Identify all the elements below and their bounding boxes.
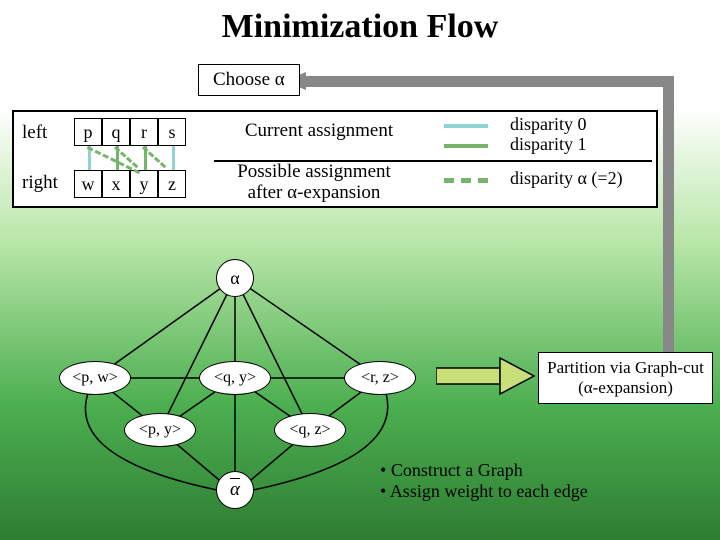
node-alpha-bar: α <box>216 471 254 509</box>
node-pw: <p, w> <box>59 361 131 395</box>
partition-l2: (α-expansion) <box>578 378 673 397</box>
node-py: <p, y> <box>124 413 196 447</box>
bullet-2: Assign weight to each edge <box>380 481 588 502</box>
partition-box: Partition via Graph-cut (α-expansion) <box>538 352 713 404</box>
arrow-to-partition <box>436 356 536 396</box>
bullet-1: Construct a Graph <box>380 460 588 481</box>
node-alpha: α <box>216 259 254 297</box>
node-rz: <r, z> <box>344 361 416 395</box>
partition-l1: Partition via Graph-cut <box>547 358 704 377</box>
bullet-list: Construct a Graph Assign weight to each … <box>380 460 588 502</box>
graph-edges <box>0 0 720 540</box>
node-qy: <q, y> <box>199 361 271 395</box>
node-qz: <q, z> <box>274 413 346 447</box>
